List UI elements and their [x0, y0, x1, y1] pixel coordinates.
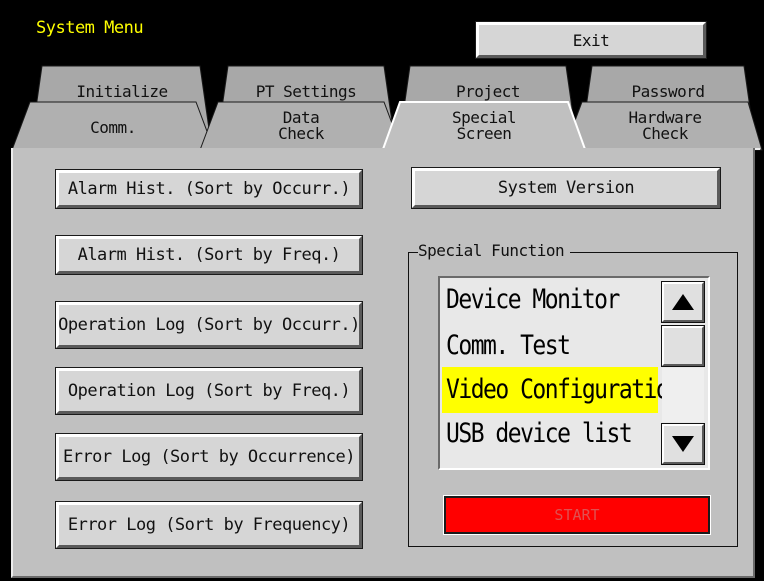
tab-data-check-label-2: Check — [278, 124, 324, 143]
error-log-frequency-button[interactable]: Error Log (Sort by Frequency) — [55, 501, 363, 549]
tab-hardware-check[interactable]: Hardware Check — [582, 110, 748, 142]
error-log-occurrence-label: Error Log (Sort by Occurrence) — [62, 447, 356, 467]
operation-log-freq-button[interactable]: Operation Log (Sort by Freq.) — [55, 367, 363, 415]
error-log-occurrence-button[interactable]: Error Log (Sort by Occurrence) — [55, 433, 363, 481]
scroll-up-button[interactable] — [661, 281, 705, 323]
operation-log-occurr-label: Operation Log (Sort by Occurr.) — [58, 315, 360, 335]
tab-project[interactable]: Project — [410, 84, 566, 100]
tab-initialize-label: Initialize — [76, 82, 168, 101]
tab-special-screen-label-2: Screen — [456, 124, 512, 143]
error-log-frequency-label: Error Log (Sort by Frequency) — [67, 515, 351, 535]
scroll-thumb[interactable] — [661, 325, 705, 367]
operation-log-occurr-button[interactable]: Operation Log (Sort by Occurr.) — [55, 301, 363, 349]
start-button[interactable]: START — [443, 495, 711, 535]
tab-password[interactable]: Password — [592, 84, 744, 100]
tab-data-check[interactable]: Data Check — [218, 110, 384, 142]
tab-pt-settings-label: PT Settings — [255, 82, 357, 101]
tab-pt-settings[interactable]: PT Settings — [228, 84, 384, 100]
list-item[interactable]: Device Monitor — [446, 278, 660, 323]
alarm-hist-freq-button[interactable]: Alarm Hist. (Sort by Freq.) — [55, 235, 363, 275]
triangle-down-icon — [672, 436, 694, 452]
tab-comm[interactable]: Comm. — [30, 120, 196, 136]
tab-hardware-check-label-2: Check — [642, 124, 688, 143]
alarm-hist-occurr-label: Alarm Hist. (Sort by Occurr.) — [67, 179, 351, 199]
list-item[interactable]: Comm. Test — [446, 323, 660, 369]
tab-special-screen[interactable]: Special Screen — [400, 110, 568, 142]
list-item-selected[interactable]: Video Configuration — [442, 367, 682, 413]
tab-password-label: Password — [631, 82, 705, 101]
operation-log-freq-label: Operation Log (Sort by Freq.) — [67, 381, 351, 401]
special-function-label: Special Function — [418, 241, 571, 260]
system-version-label: System Version — [497, 178, 635, 198]
alarm-hist-occurr-button[interactable]: Alarm Hist. (Sort by Occurr.) — [55, 169, 363, 209]
scroll-down-button[interactable] — [661, 423, 705, 465]
tab-initialize[interactable]: Initialize — [42, 84, 202, 100]
triangle-up-icon — [672, 294, 694, 310]
special-function-list[interactable]: Device Monitor Comm. Test Video Configur… — [438, 276, 710, 470]
scroll-track[interactable] — [662, 368, 704, 422]
system-version-button[interactable]: System Version — [411, 167, 721, 209]
alarm-hist-freq-label: Alarm Hist. (Sort by Freq.) — [77, 245, 341, 265]
tab-project-label: Project — [456, 82, 520, 101]
start-button-label: START — [554, 506, 600, 524]
tab-comm-label: Comm. — [90, 118, 136, 137]
list-item[interactable]: USB device list — [446, 411, 660, 457]
